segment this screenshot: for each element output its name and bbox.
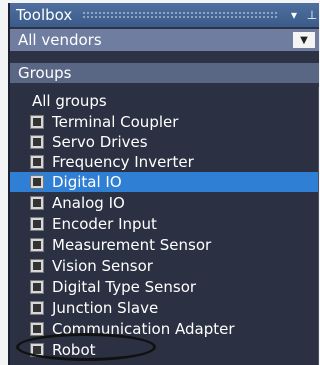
encoder-icon xyxy=(30,217,44,231)
digital-io-icon xyxy=(30,175,44,189)
junction-slave-icon xyxy=(30,301,44,315)
title-grip[interactable] xyxy=(82,11,279,19)
analog-io-icon xyxy=(30,196,44,210)
list-item[interactable]: Vision Sensor xyxy=(10,256,318,276)
list-item-label: Terminal Coupler xyxy=(52,113,179,131)
list-item-label: Junction Slave xyxy=(52,299,159,317)
list-item[interactable]: Junction Slave xyxy=(10,298,318,318)
list-item-selected[interactable]: Digital IO xyxy=(10,172,318,192)
list-item-label: Digital IO xyxy=(52,173,122,191)
list-item-label: Communication Adapter xyxy=(52,320,235,338)
robot-icon xyxy=(30,343,44,357)
list-item[interactable]: Robot xyxy=(10,340,318,360)
groups-list: All groups Terminal Coupler Servo Drives… xyxy=(10,87,319,365)
servo-drive-icon xyxy=(30,135,44,149)
list-item-label: All groups xyxy=(32,92,107,110)
chevron-down-icon[interactable]: ▾ xyxy=(285,8,303,22)
list-item-label: Frequency Inverter xyxy=(52,153,194,171)
list-item-label: Encoder Input xyxy=(52,215,157,233)
digital-sensor-icon xyxy=(30,280,44,294)
measurement-sensor-icon xyxy=(30,238,44,252)
vendor-select[interactable]: All vendors ▼ xyxy=(10,29,319,51)
list-item-label: Measurement Sensor xyxy=(52,236,212,254)
list-item-label: Robot xyxy=(52,341,96,359)
groups-header: Groups xyxy=(10,63,319,83)
list-item[interactable]: Terminal Coupler xyxy=(10,112,318,132)
list-item[interactable]: Communication Adapter xyxy=(10,319,318,339)
vision-sensor-icon xyxy=(30,259,44,273)
dropdown-arrow-icon[interactable]: ▼ xyxy=(293,32,315,48)
list-item[interactable]: Measurement Sensor xyxy=(10,235,318,255)
toolbox-title: Toolbox xyxy=(16,6,73,24)
frequency-inverter-icon xyxy=(30,155,44,169)
list-item-label: Vision Sensor xyxy=(52,257,153,275)
list-item-label: Analog IO xyxy=(52,194,125,212)
pin-icon[interactable]: ⊥ xyxy=(303,8,319,22)
toolbox-titlebar: Toolbox ▾ ⊥ xyxy=(10,3,319,27)
communication-adapter-icon xyxy=(30,322,44,336)
vendor-selected-value: All vendors xyxy=(18,31,102,49)
terminal-coupler-icon xyxy=(30,115,44,129)
list-item-label: Digital Type Sensor xyxy=(52,278,197,296)
list-item[interactable]: Analog IO xyxy=(10,193,318,213)
list-item[interactable]: Encoder Input xyxy=(10,214,318,234)
list-item[interactable]: Digital Type Sensor xyxy=(10,277,318,297)
toolbox-panel: Toolbox ▾ ⊥ All vendors ▼ Groups All gro… xyxy=(8,3,319,365)
list-item-label: Servo Drives xyxy=(52,133,148,151)
list-item[interactable]: Servo Drives xyxy=(10,132,318,152)
list-item[interactable]: All groups xyxy=(10,91,318,111)
list-item[interactable]: Frequency Inverter xyxy=(10,152,318,172)
